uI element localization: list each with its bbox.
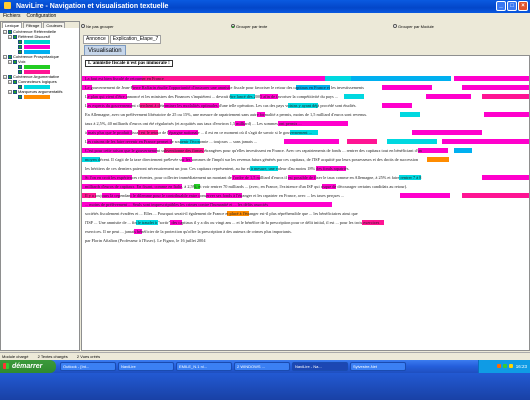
expand-toggle-icon[interactable]: − xyxy=(3,54,7,59)
close-button[interactable]: × xyxy=(518,1,528,11)
tray-icon[interactable] xyxy=(503,364,508,368)
tree-checkbox[interactable] xyxy=(13,79,17,84)
radio-dot[interactable] xyxy=(231,24,235,28)
document-line: les héritiers de ces derniers paieront n… xyxy=(85,166,350,171)
expand-toggle-icon[interactable]: − xyxy=(3,74,7,79)
radio-grouper-par-module[interactable]: Grouper par Module xyxy=(393,24,434,29)
document-line: La faut est bien fiscalé de retourner en… xyxy=(85,76,164,81)
document-line: taux à 2,5%, 40 milliards d'euros ont ét… xyxy=(85,121,302,126)
taskbar-task[interactable]: EMILE_N.1 nl... xyxy=(176,362,232,371)
tray-icon[interactable] xyxy=(496,364,501,368)
taskbar-task[interactable]: 2 WINDOWS ... xyxy=(234,362,290,371)
tree-checkbox[interactable] xyxy=(8,74,12,79)
left-panel: Lexique Filtrage Couleurs − Cohérence Réf… xyxy=(0,21,80,351)
tree-checkbox[interactable] xyxy=(8,54,12,59)
tree-checkbox[interactable] xyxy=(18,39,22,44)
document-line: par Florin Aftalion (Professeur à l'Esse… xyxy=(85,238,206,243)
tab-annonce[interactable]: Annonce xyxy=(83,34,109,44)
maximize-button[interactable]: □ xyxy=(507,1,517,11)
tab-couleurs[interactable]: Couleurs xyxy=(43,22,66,28)
radio-dot[interactable] xyxy=(393,24,397,28)
color-swatch xyxy=(24,94,50,99)
taskbar-task[interactable]: Outlook - [Int... xyxy=(60,362,116,371)
document-title: L'amnistie fiscale n'est pas immorale ! xyxy=(85,60,173,67)
status-module: Module chargé xyxy=(2,354,29,359)
taskbar: démarrer Outlook - [Int... NaviLire EMILE_… xyxy=(0,360,530,400)
color-swatch xyxy=(24,69,50,74)
document-line: à mais plus que le produit fiscal est le… xyxy=(85,130,312,135)
menu-bar: Fichiers Configuration xyxy=(0,13,530,20)
tray-icon[interactable] xyxy=(509,364,514,368)
tree-checkbox[interactable] xyxy=(18,64,22,69)
tree-checkbox[interactable] xyxy=(8,29,12,34)
minimize-button[interactable]: _ xyxy=(496,1,506,11)
document-line: Les raisons de les faire revenir en Fran… xyxy=(85,139,258,144)
radio-label: Grouper par texte xyxy=(236,23,268,29)
radio-label: Ne pas grouper xyxy=(86,23,114,29)
menu-configuration[interactable]: Configuration xyxy=(27,13,57,20)
tree-checkbox[interactable] xyxy=(18,44,22,49)
document-line: Le gouvernement de Jean-Pierre Raffarin … xyxy=(85,85,364,90)
system-tray: 16:23 xyxy=(478,360,530,373)
tab-filtrage[interactable]: Filtrage xyxy=(23,22,43,28)
document-line: Le plan qui vient d'être annoncé et les … xyxy=(85,94,338,99)
tree-checkbox[interactable] xyxy=(18,84,22,89)
app-icon xyxy=(4,2,11,9)
expand-toggle-icon[interactable]: − xyxy=(8,89,12,94)
color-swatch xyxy=(24,84,50,89)
window-titlebar: NaviLire - Navigation et visualisation t… xyxy=(0,0,530,13)
document-line: En Allemagne, avec un prélèvement libéra… xyxy=(85,112,368,117)
tree-checkbox[interactable] xyxy=(13,34,17,39)
tree-checkbox[interactable] xyxy=(18,94,22,99)
taskbar-task[interactable]: Sylvestre-Net xyxy=(350,362,406,371)
tree-checkbox[interactable] xyxy=(13,59,17,64)
start-button[interactable]: démarrer xyxy=(0,360,56,373)
status-bar: Module chargé 2 Textes chargés 2 Vues cr… xyxy=(0,352,530,359)
radio-ne-pas-grouper[interactable]: Ne pas grouper xyxy=(81,24,114,29)
category-tree: − Cohérence Référentielle − Référent Discur… xyxy=(1,28,79,99)
tab-explication-etape-7[interactable]: Explication_Etape_7 xyxy=(109,34,162,44)
tree-node[interactable] xyxy=(3,94,78,99)
color-swatch xyxy=(24,44,50,49)
tree-checkbox[interactable] xyxy=(18,69,22,74)
document-line: exercices. Il ne peut ... jamais bénéfic… xyxy=(85,229,292,234)
color-swatch xyxy=(24,49,50,54)
document-line: Les experts du gouvernement cherchent à … xyxy=(85,103,357,108)
expand-toggle-icon[interactable]: − xyxy=(8,79,12,84)
tab-visualisation[interactable]: Visualisation xyxy=(84,45,126,55)
document-line: l'ISF ... Une amnistie de ... fin le tra… xyxy=(85,220,380,225)
expand-toggle-icon[interactable]: − xyxy=(3,29,7,34)
taskbar-task[interactable]: NaviLire xyxy=(118,362,174,371)
document-line: Si l'on en croit les expériences récente… xyxy=(85,175,422,180)
status-views: 2 Vues créés xyxy=(76,354,101,359)
expand-toggle-icon[interactable]: − xyxy=(8,59,12,64)
window-title: NaviLire - Navigation et visualisation t… xyxy=(15,3,169,10)
color-swatch xyxy=(24,39,50,44)
grouping-options: Ne pas grouper Grouper par texte Grouper… xyxy=(81,21,530,31)
radio-dot[interactable] xyxy=(81,24,85,28)
document-line: ... moins de prélèvement ... Seuls sont … xyxy=(85,202,268,207)
taskbar-task[interactable]: NaviLire - Na... xyxy=(292,362,348,371)
document-line: Il y a toujours là cependant le dilemme … xyxy=(85,193,345,198)
status-texts: 2 Textes chargés xyxy=(37,354,68,359)
tab-lexique[interactable]: Lexique xyxy=(2,22,23,28)
tree-checkbox[interactable] xyxy=(13,89,17,94)
color-swatch xyxy=(24,64,50,69)
document-view[interactable]: L'amnistie fiscale n'est pas immorale ! … xyxy=(81,55,530,351)
document-line: milliards d'euros de capitaux. En fixant… xyxy=(85,184,408,189)
document-line: C'est pour cette raison que le gouvernem… xyxy=(85,148,422,153)
radio-grouper-par-texte[interactable]: Grouper par texte xyxy=(231,24,267,29)
document-line: sociétés fiscalement évadées et ... Elle… xyxy=(85,211,358,216)
document-line: moyen décent. Il s'agit de la taxe direc… xyxy=(85,157,419,162)
expand-toggle-icon[interactable]: − xyxy=(8,34,12,39)
tree-checkbox[interactable] xyxy=(18,49,22,54)
menu-fichiers[interactable]: Fichiers xyxy=(3,13,21,20)
radio-label: Grouper par Module xyxy=(398,23,434,29)
document-tabs: Annonce Explication_Etape_7 xyxy=(83,34,162,44)
clock: 16:23 xyxy=(515,364,527,369)
